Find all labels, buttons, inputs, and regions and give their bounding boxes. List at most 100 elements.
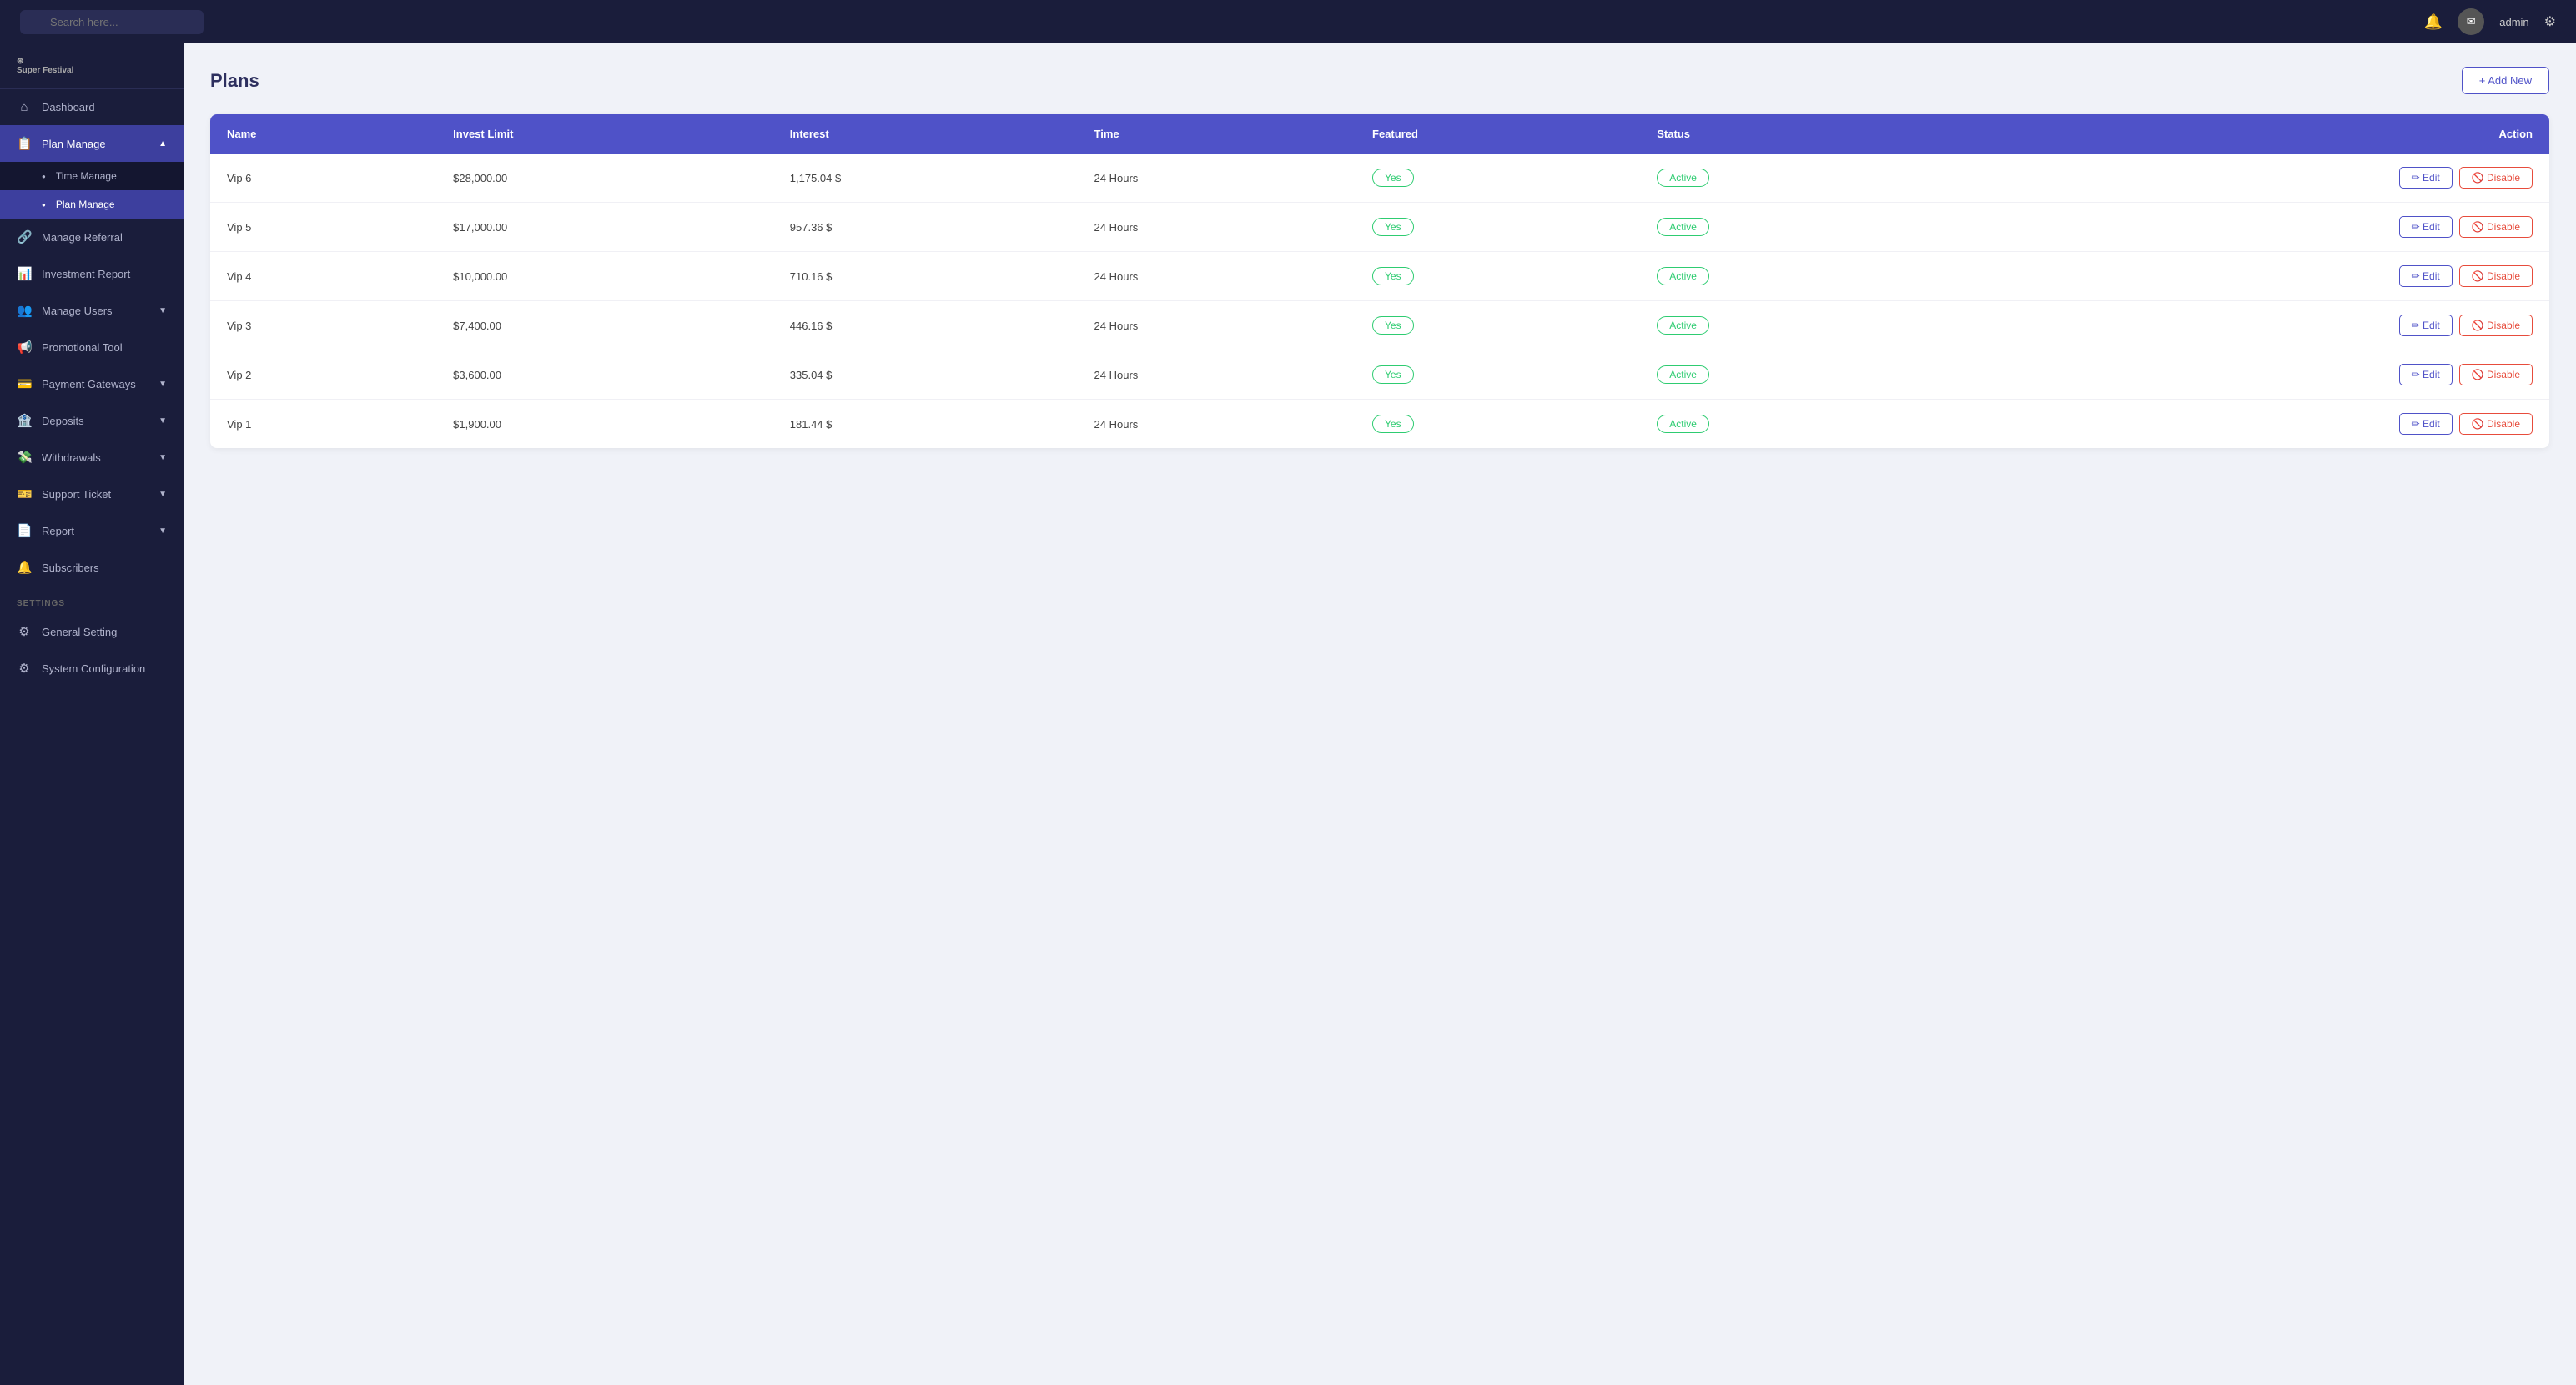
sidebar-item-promotional-tool[interactable]: 📢 Promotional Tool [0, 329, 184, 365]
brand-prefix: ⊛ [17, 57, 167, 66]
cell-status: Active [1640, 301, 1948, 350]
dot-icon: ● [42, 201, 46, 209]
action-buttons: ✏ Edit 🚫 Disable [1965, 167, 2533, 189]
sidebar-item-deposits[interactable]: 🏦 Deposits ▼ [0, 402, 184, 439]
cell-time: 24 Hours [1078, 252, 1356, 301]
topbar-settings-icon[interactable]: ⚙ [2544, 13, 2556, 30]
sidebar-item-label: Manage Referral [42, 231, 123, 244]
brand-name: Super Festival [17, 66, 167, 75]
status-badge: Active [1657, 415, 1709, 433]
chevron-down-icon: ▼ [158, 453, 167, 462]
cell-action: ✏ Edit 🚫 Disable [1948, 252, 2549, 301]
deposits-icon: 🏦 [17, 413, 32, 428]
sidebar-item-manage-referral[interactable]: 🔗 Manage Referral [0, 219, 184, 255]
settings-section-label: SETTINGS [0, 586, 184, 613]
status-badge: Active [1657, 316, 1709, 335]
col-header-status: Status [1640, 114, 1948, 154]
general-setting-icon: ⚙ [17, 624, 32, 639]
sidebar-item-report[interactable]: 📄 Report ▼ [0, 512, 184, 549]
cell-invest-limit: $17,000.00 [436, 203, 773, 252]
sidebar-item-plan-manage-sub[interactable]: ● Plan Manage [0, 190, 184, 219]
subscribers-icon: 🔔 [17, 560, 32, 575]
manage-users-icon: 👥 [17, 303, 32, 318]
edit-button[interactable]: ✏ Edit [2399, 315, 2453, 336]
edit-button[interactable]: ✏ Edit [2399, 413, 2453, 435]
sidebar-item-label: Plan Manage [56, 199, 115, 210]
cell-featured: Yes [1356, 154, 1640, 203]
chevron-down-icon: ▼ [158, 380, 167, 389]
edit-button[interactable]: ✏ Edit [2399, 364, 2453, 385]
cell-name: Vip 6 [210, 154, 436, 203]
action-buttons: ✏ Edit 🚫 Disable [1965, 413, 2533, 435]
cell-featured: Yes [1356, 252, 1640, 301]
sidebar-item-time-manage[interactable]: ● Time Manage [0, 162, 184, 190]
cell-status: Active [1640, 203, 1948, 252]
disable-button[interactable]: 🚫 Disable [2459, 167, 2533, 189]
cell-time: 24 Hours [1078, 350, 1356, 400]
table-row: Vip 5 $17,000.00 957.36 $ 24 Hours Yes A… [210, 203, 2549, 252]
topbar-left: 🔍 [20, 10, 204, 34]
featured-badge: Yes [1372, 316, 1414, 335]
table-row: Vip 6 $28,000.00 1,175.04 $ 24 Hours Yes… [210, 154, 2549, 203]
status-badge: Active [1657, 218, 1709, 236]
sidebar-item-general-setting[interactable]: ⚙ General Setting [0, 613, 184, 650]
plan-manage-icon: 📋 [17, 136, 32, 151]
disable-button[interactable]: 🚫 Disable [2459, 265, 2533, 287]
manage-referral-icon: 🔗 [17, 229, 32, 244]
system-configuration-icon: ⚙ [17, 661, 32, 676]
sidebar-item-subscribers[interactable]: 🔔 Subscribers [0, 549, 184, 586]
disable-button[interactable]: 🚫 Disable [2459, 413, 2533, 435]
cell-action: ✏ Edit 🚫 Disable [1948, 400, 2549, 449]
disable-button[interactable]: 🚫 Disable [2459, 364, 2533, 385]
sidebar-item-dashboard[interactable]: ⌂ Dashboard [0, 89, 184, 125]
edit-button[interactable]: ✏ Edit [2399, 265, 2453, 287]
cell-featured: Yes [1356, 301, 1640, 350]
sidebar-item-support-ticket[interactable]: 🎫 Support Ticket ▼ [0, 476, 184, 512]
edit-button[interactable]: ✏ Edit [2399, 216, 2453, 238]
featured-badge: Yes [1372, 267, 1414, 285]
cell-name: Vip 1 [210, 400, 436, 449]
featured-badge: Yes [1372, 415, 1414, 433]
search-input[interactable] [20, 10, 204, 34]
cell-featured: Yes [1356, 350, 1640, 400]
cell-name: Vip 4 [210, 252, 436, 301]
edit-button[interactable]: ✏ Edit [2399, 167, 2453, 189]
topbar: 🔍 🔔 ✉ admin ⚙ [0, 0, 2576, 43]
cell-action: ✏ Edit 🚫 Disable [1948, 154, 2549, 203]
cell-interest: 1,175.04 $ [773, 154, 1078, 203]
chevron-down-icon: ▼ [158, 526, 167, 536]
admin-name: admin [2499, 16, 2528, 28]
add-new-button[interactable]: + Add New [2462, 67, 2549, 94]
disable-button[interactable]: 🚫 Disable [2459, 315, 2533, 336]
sidebar-item-investment-report[interactable]: 📊 Investment Report [0, 255, 184, 292]
cell-time: 24 Hours [1078, 203, 1356, 252]
notification-bell-icon[interactable]: 🔔 [2424, 13, 2443, 31]
sidebar-item-system-configuration[interactable]: ⚙ System Configuration [0, 650, 184, 687]
disable-button[interactable]: 🚫 Disable [2459, 216, 2533, 238]
sidebar-item-label: Payment Gateways [42, 378, 136, 390]
sidebar-item-label: Deposits [42, 415, 84, 427]
sidebar-item-payment-gateways[interactable]: 💳 Payment Gateways ▼ [0, 365, 184, 402]
col-header-invest-limit: Invest Limit [436, 114, 773, 154]
sidebar-item-label: Support Ticket [42, 488, 111, 501]
sidebar-item-withdrawals[interactable]: 💸 Withdrawals ▼ [0, 439, 184, 476]
sidebar-item-manage-users[interactable]: 👥 Manage Users ▼ [0, 292, 184, 329]
cell-invest-limit: $10,000.00 [436, 252, 773, 301]
sidebar-item-label: Manage Users [42, 305, 113, 317]
sidebar-item-plan-manage[interactable]: 📋 Plan Manage ▲ [0, 125, 184, 162]
cell-interest: 710.16 $ [773, 252, 1078, 301]
plans-table: Name Invest Limit Interest Time Featured… [210, 114, 2549, 448]
sidebar-item-label: Investment Report [42, 268, 130, 280]
sidebar-item-label: Promotional Tool [42, 341, 123, 354]
cell-status: Active [1640, 350, 1948, 400]
featured-badge: Yes [1372, 218, 1414, 236]
sidebar-item-label: Plan Manage [42, 138, 106, 150]
cell-name: Vip 2 [210, 350, 436, 400]
status-badge: Active [1657, 169, 1709, 187]
featured-badge: Yes [1372, 365, 1414, 384]
cell-interest: 335.04 $ [773, 350, 1078, 400]
action-buttons: ✏ Edit 🚫 Disable [1965, 216, 2533, 238]
col-header-action: Action [1948, 114, 2549, 154]
sidebar: ⊛ Super Festival ⌂ Dashboard 📋 Plan Mana… [0, 43, 184, 1385]
chevron-down-icon: ▼ [158, 490, 167, 499]
